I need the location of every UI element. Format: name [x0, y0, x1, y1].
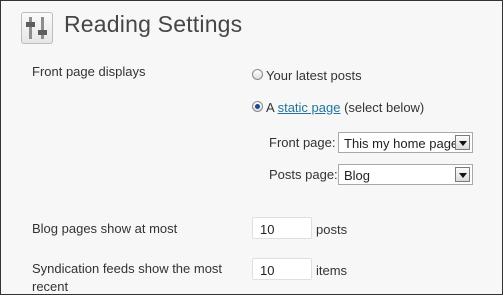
blog-pages-label: Blog pages show at most — [32, 221, 178, 236]
static-page-suffix: (select below) — [340, 100, 425, 115]
syndication-label-line1: Syndication feeds show the most — [32, 261, 223, 276]
latest-posts-label[interactable]: Your latest posts — [266, 68, 362, 83]
posts-per-page-input[interactable]: 10 — [252, 217, 312, 239]
posts-page-select[interactable]: Blog — [338, 164, 473, 185]
settings-panel: Reading Settings Front page displays You… — [0, 0, 503, 295]
static-page-link[interactable]: static page — [278, 100, 341, 115]
posts-page-select-label: Posts page: — [269, 167, 338, 182]
settings-sliders-icon — [21, 12, 53, 44]
static-page-prefix: A — [266, 100, 278, 115]
items-unit-label: items — [316, 263, 348, 278]
front-page-displays-label: Front page displays — [32, 64, 146, 79]
front-page-selected-value: This my home page — [344, 136, 459, 151]
feed-items-input[interactable]: 10 — [252, 258, 312, 280]
chevron-down-icon[interactable] — [455, 135, 470, 150]
page-title: Reading Settings — [64, 11, 243, 37]
latest-posts-radio[interactable] — [252, 69, 263, 80]
static-page-option: A static page (select below) — [266, 100, 424, 115]
posts-unit-label: posts — [316, 222, 348, 237]
syndication-label-line2: recent — [32, 279, 69, 294]
posts-page-selected-value: Blog — [344, 168, 371, 183]
chevron-down-icon[interactable] — [455, 167, 470, 182]
static-page-radio[interactable] — [252, 101, 263, 112]
front-page-select-label: Front page: — [269, 135, 336, 150]
front-page-select[interactable]: This my home page — [338, 132, 473, 153]
